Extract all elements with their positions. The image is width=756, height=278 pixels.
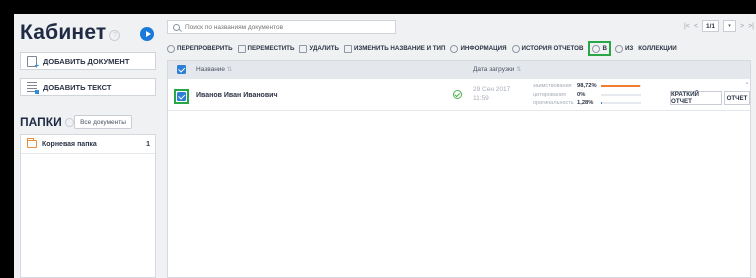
trash-icon	[299, 44, 308, 53]
upload-date-time: 11:59	[473, 95, 489, 102]
metric-bar-fill	[601, 85, 641, 88]
collection-label: КОЛЛЕКЦИИ	[638, 45, 677, 52]
delete-label: УДАЛИТЬ	[309, 45, 339, 52]
folder-list: Корневая папка 1	[20, 134, 156, 278]
toolbar: ПЕРЕПРОВЕРИТЬ ПЕРЕМЕСТИТЬ УДАЛИТЬ ИЗМЕНИ…	[167, 41, 682, 56]
report-history-label: ИСТОРИЯ ОТЧЕТОВ	[521, 45, 584, 52]
row-checkbox-highlight[interactable]	[174, 89, 189, 104]
upload-date-day: 29 Сен 2017	[473, 86, 511, 93]
upload-date: 29 Сен 2017 11:59	[473, 85, 510, 103]
scroll-up-icon[interactable]: ▲	[745, 80, 749, 85]
rename-button[interactable]: ИЗМЕНИТЬ НАЗВАНИЕ И ТИП	[343, 44, 446, 53]
info-icon	[450, 44, 459, 53]
page-select-dropdown[interactable]: ▾	[723, 20, 736, 32]
search-icon	[173, 23, 180, 31]
folders-header: ПАПКИ	[20, 115, 74, 129]
recheck-button[interactable]: ПЕРЕПРОВЕРИТЬ	[167, 44, 233, 53]
remove-from-collection-label: ИЗ	[624, 45, 634, 52]
refresh-icon	[167, 44, 175, 53]
cabinet-header: Кабинет ?	[20, 21, 121, 45]
help-icon[interactable]: ?	[109, 29, 121, 41]
metric-bar	[601, 93, 641, 96]
folder-count: 1	[146, 140, 150, 148]
move-button[interactable]: ПЕРЕМЕСТИТЬ	[237, 44, 295, 53]
move-icon	[237, 44, 246, 53]
folder-icon	[27, 138, 37, 148]
rename-label: ИЗМЕНИТЬ НАЗВАНИЕ И ТИП	[353, 45, 446, 52]
column-header-name[interactable]: Название ⇅	[196, 66, 232, 73]
metric-label: оригинальность	[533, 100, 574, 107]
column-header-date[interactable]: Дата загрузки ⇅	[473, 66, 521, 73]
metric-bar	[601, 102, 641, 105]
history-icon	[511, 44, 520, 53]
folders-title: ПАПКИ	[20, 115, 62, 129]
select-all-checkbox[interactable]	[177, 65, 186, 74]
page-title: Кабинет	[20, 21, 107, 44]
app-page: Кабинет ? ДОБАВИТЬ ДОКУМЕНТ ДОБАВИТЬ ТЕК…	[14, 14, 756, 278]
last-page-icon[interactable]: >|	[748, 23, 754, 30]
collection-label-item: КОЛЛЕКЦИИ	[638, 45, 676, 52]
folder-name: Корневая папка	[42, 140, 97, 148]
metric-value: 0%	[577, 91, 586, 98]
check-complete-icon	[453, 90, 462, 99]
short-report-button[interactable]: КРАТКИЙ ОТЧЕТ	[670, 91, 722, 105]
sidebar: Кабинет ? ДОБАВИТЬ ДОКУМЕНТ ДОБАВИТЬ ТЕК…	[14, 14, 161, 278]
add-text-button[interactable]: ДОБАВИТЬ ТЕКСТ	[20, 78, 156, 96]
table-row[interactable]: Иванов Иван Иванович 29 Сен 2017 11:59 з…	[168, 79, 750, 111]
sort-icon: ⇅	[516, 67, 522, 73]
metric-bar-fill	[601, 102, 602, 105]
collection-add-icon	[592, 44, 601, 53]
prev-page-icon[interactable]: <	[694, 23, 698, 30]
edit-icon	[343, 44, 352, 53]
metric-value: 98,72%	[577, 83, 597, 89]
first-page-icon[interactable]: |<	[684, 23, 690, 30]
add-to-collection-label: В	[602, 45, 607, 52]
document-name[interactable]: Иванов Иван Иванович	[196, 92, 278, 99]
remove-from-collection-button[interactable]: ИЗ	[614, 44, 634, 53]
page-indicator: 1/1	[701, 20, 719, 32]
report-history-button[interactable]: ИСТОРИЯ ОТЧЕТОВ	[511, 44, 584, 53]
table-header: Название ⇅ Дата загрузки ⇅	[168, 61, 750, 79]
add-text-icon	[27, 81, 39, 94]
metric-label: цитирования	[533, 91, 566, 98]
next-page-icon[interactable]: >	[740, 23, 744, 30]
report-button[interactable]: ОТЧЕТ	[724, 91, 750, 105]
collection-remove-icon	[614, 44, 623, 53]
recheck-label: ПЕРЕПРОВЕРИТЬ	[177, 45, 233, 52]
sort-icon: ⇅	[227, 67, 233, 73]
move-label: ПЕРЕМЕСТИТЬ	[247, 45, 295, 52]
column-header-name-label: Название	[196, 66, 226, 73]
documents-table: Название ⇅ Дата загрузки ⇅ Иванов Иван Ива…	[167, 60, 751, 278]
check-metrics: заимствования 98,72% цитирования 0% ориг…	[533, 82, 641, 108]
metric-originality: оригинальность 1,28%	[533, 99, 641, 108]
metric-borrowing: заимствования 98,72%	[533, 82, 641, 91]
add-to-collection-button[interactable]: В	[588, 41, 611, 56]
add-document-button[interactable]: ДОБАВИТЬ ДОКУМЕНТ	[20, 52, 156, 70]
metric-label: заимствования	[533, 83, 572, 89]
add-document-label: ДОБАВИТЬ ДОКУМЕНТ	[43, 56, 130, 66]
metric-citation: цитирования 0%	[533, 91, 641, 100]
main-area: |< < 1/1 ▾ > >| ПЕРЕПРОВЕРИТЬ ПЕРЕМЕСТИТ…	[162, 14, 756, 278]
info-label: ИНФОРМАЦИЯ	[460, 45, 507, 52]
search-input[interactable]	[185, 23, 385, 31]
metric-bar	[601, 85, 641, 88]
add-text-label: ДОБАВИТЬ ТЕКСТ	[43, 82, 112, 92]
pagination: |< < 1/1 ▾ > >|	[684, 20, 754, 32]
row-checkbox[interactable]	[177, 92, 186, 101]
folders-help-icon[interactable]	[64, 117, 74, 127]
metric-value: 1,28%	[577, 100, 594, 107]
video-tutorial-button[interactable]	[140, 27, 154, 41]
all-documents-button[interactable]: Все документы	[74, 115, 132, 129]
add-document-icon	[27, 55, 39, 70]
info-button[interactable]: ИНФОРМАЦИЯ	[450, 44, 507, 53]
search-box[interactable]	[167, 20, 396, 34]
folder-item-root[interactable]: Корневая папка 1	[21, 135, 155, 154]
delete-button[interactable]: УДАЛИТЬ	[299, 44, 339, 53]
column-header-date-label: Дата загрузки	[473, 66, 515, 73]
